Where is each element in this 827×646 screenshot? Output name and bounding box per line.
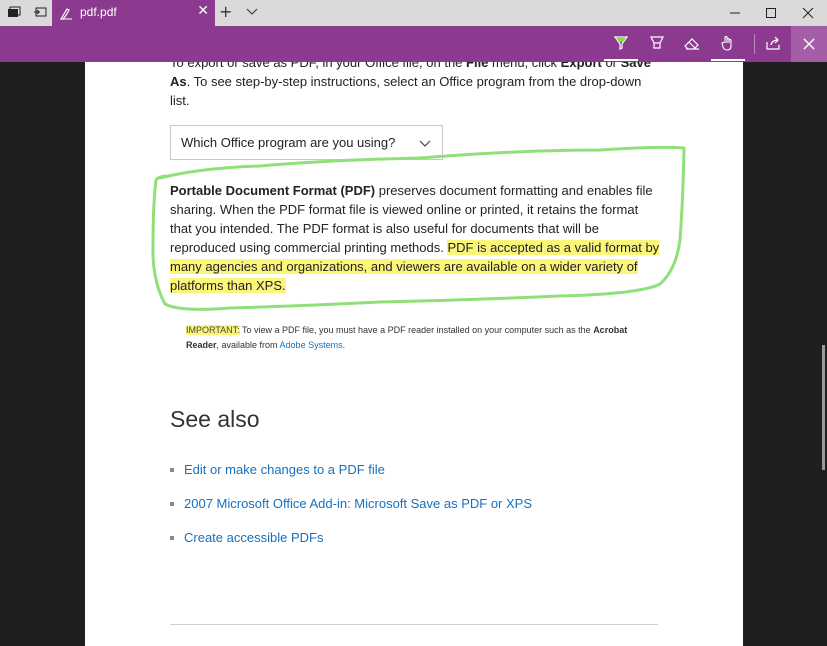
tab-groups-icon[interactable]: [6, 5, 22, 21]
tool-underline: [711, 59, 745, 61]
toolbar-divider: [754, 34, 755, 54]
tab-list-chevron-icon[interactable]: [245, 4, 259, 18]
important-text: To view a PDF file, you must have a PDF …: [239, 325, 594, 335]
active-tab[interactable]: pdf.pdf ✕: [52, 0, 215, 26]
close-tab-icon[interactable]: ✕: [197, 3, 209, 19]
see-also-links: Edit or make changes to a PDF file 2007 …: [170, 462, 532, 564]
share-icon: [766, 36, 780, 50]
list-item: 2007 Microsoft Office Add-in: Microsoft …: [170, 496, 532, 530]
intro-text: . To see step-by-step instructions, sele…: [170, 74, 642, 108]
bullet: [170, 468, 174, 472]
list-item: Create accessible PDFs: [170, 530, 532, 564]
intro-bold-export: Export: [560, 62, 602, 70]
ink-toolbar: [0, 26, 827, 62]
maximize-icon[interactable]: [752, 0, 790, 26]
office-program-dropdown[interactable]: Which Office program are you using?: [170, 125, 443, 160]
highlighter-icon: [650, 36, 664, 49]
title-bar: pdf.pdf ✕ +: [0, 0, 827, 26]
touch-writing-tool[interactable]: [711, 32, 745, 61]
chevron-down-icon: [419, 140, 431, 147]
dropdown-label: Which Office program are you using?: [181, 135, 396, 150]
eraser-tool[interactable]: [679, 32, 705, 56]
intro-text: or: [601, 62, 621, 70]
intro-text: To export or save as PDF, in your Office…: [170, 62, 467, 70]
active-tool-underline: [604, 59, 638, 61]
highlighter-tool[interactable]: [644, 32, 670, 56]
document-page[interactable]: To export or save as PDF, in your Office…: [85, 62, 743, 646]
adobe-systems-link[interactable]: Adobe Systems: [280, 340, 343, 350]
important-note: IMPORTANT: To view a PDF file, you must …: [186, 323, 646, 353]
set-aside-tabs-icon[interactable]: [32, 5, 48, 21]
tab-title: pdf.pdf: [80, 5, 117, 19]
ballpoint-pen-icon: [613, 36, 629, 50]
intro-text: menu, click: [488, 62, 561, 70]
touch-writing-icon: [721, 35, 732, 51]
new-tab-icon[interactable]: +: [219, 2, 232, 21]
important-tail: , available from: [216, 340, 280, 350]
pdf-heading: Portable Document Format (PDF): [170, 183, 376, 198]
edge-pen-logo-icon: [59, 8, 72, 20]
pdf-description-paragraph: Portable Document Format (PDF) preserves…: [170, 181, 662, 295]
vertical-scrollbar[interactable]: [822, 345, 825, 470]
edit-pdf-link[interactable]: Edit or make changes to a PDF file: [184, 462, 385, 477]
accessible-pdfs-link[interactable]: Create accessible PDFs: [184, 530, 323, 545]
exit-ink-icon: [803, 38, 815, 50]
exit-ink-button[interactable]: [791, 26, 827, 62]
bullet: [170, 536, 174, 540]
list-item: Edit or make changes to a PDF file: [170, 462, 532, 496]
eraser-icon: [684, 38, 699, 50]
divider: [170, 624, 658, 625]
minimize-icon[interactable]: [716, 0, 754, 26]
important-label: IMPORTANT:: [186, 325, 240, 335]
office-addin-link[interactable]: 2007 Microsoft Office Add-in: Microsoft …: [184, 496, 532, 511]
intro-bold-file: File: [466, 62, 489, 70]
ballpoint-pen-tool[interactable]: [604, 32, 638, 61]
important-end: .: [342, 340, 346, 350]
share-tool[interactable]: [760, 32, 786, 56]
bullet: [170, 502, 174, 506]
see-also-heading: See also: [170, 406, 260, 432]
close-window-icon[interactable]: [789, 0, 827, 26]
document-viewport[interactable]: To export or save as PDF, in your Office…: [0, 62, 827, 646]
intro-paragraph: To export or save as PDF, in your Office…: [170, 62, 660, 110]
